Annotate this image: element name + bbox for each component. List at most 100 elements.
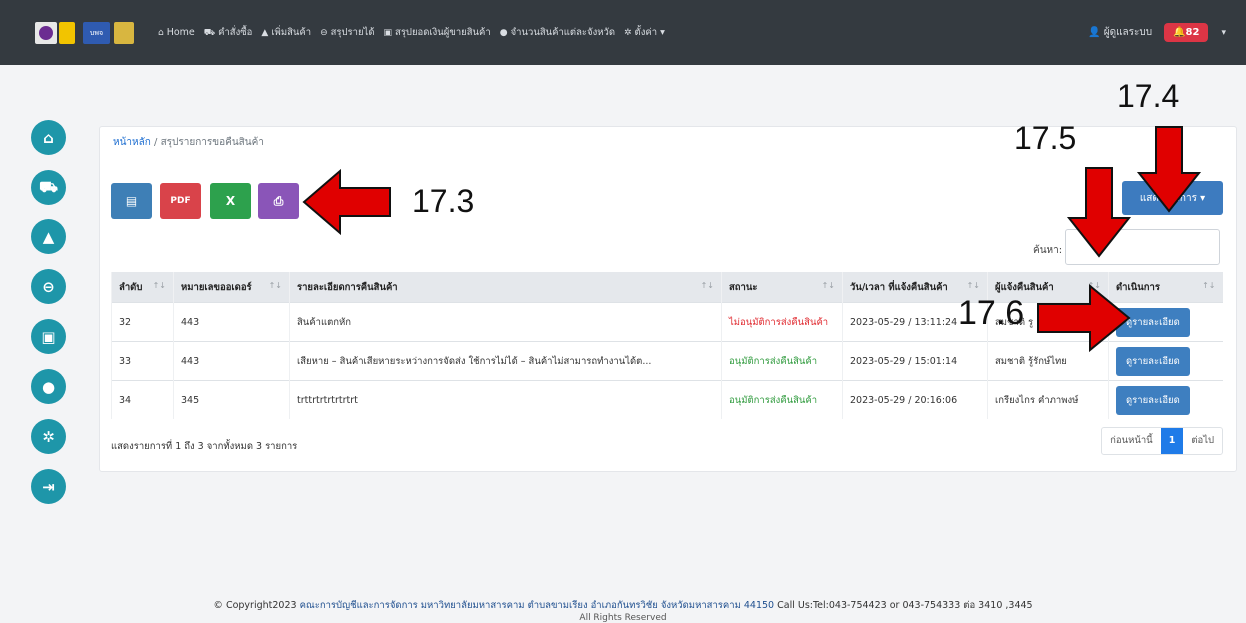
- sort-icon: ↑↓: [1202, 281, 1216, 290]
- col-header-detail[interactable]: รายละเอียดการคืนสินค้า ↑↓: [289, 272, 722, 303]
- footer-org: คณะการบัญชีและการจัดการ มหาวิทยาลัยมหาสา…: [299, 600, 775, 611]
- pdf-icon: PDF: [170, 196, 191, 206]
- tag-icon: ⊖: [42, 277, 55, 296]
- sidebar-settings-button[interactable]: ✲: [31, 419, 66, 454]
- nav-right: 👤 ผู้ดูแลระบบ 🔔82 ▾: [1088, 0, 1246, 65]
- clipboard-icon: ▤: [125, 194, 138, 208]
- excel-export-button[interactable]: X: [210, 183, 251, 219]
- sidebar-cash-button[interactable]: ▣: [31, 319, 66, 354]
- col-header-order-label: หมายเลขออเดอร์: [181, 281, 252, 293]
- pagination-next[interactable]: ต่อไป: [1183, 428, 1222, 454]
- gear-icon: ✲: [42, 427, 55, 446]
- tag-icon: ⊖: [320, 28, 328, 38]
- cart-icon: ⛟: [203, 28, 216, 38]
- gear-icon: ✲: [624, 28, 632, 38]
- copy-button[interactable]: ▤: [111, 183, 152, 219]
- nav-settings-label: ตั้งค่า ▾: [634, 27, 665, 38]
- footer-copyright: © Copyright2023: [213, 600, 300, 611]
- home-icon: ⌂: [43, 128, 54, 147]
- sort-icon: ↑↓: [966, 281, 980, 290]
- printer-icon: ⎙: [273, 193, 284, 208]
- sub-logo: [59, 22, 75, 44]
- cell-reporter: เกรียงไกร คำภาพงษ์: [987, 380, 1109, 419]
- cell-detail: สินค้าแตกหัก: [289, 302, 722, 342]
- nav-add-product[interactable]: ▲ เพิ่มสินค้า: [261, 25, 311, 40]
- annotation-label-17-3: 17.3: [412, 183, 475, 219]
- col-header-order[interactable]: หมายเลขออเดอร์ ↑↓: [173, 272, 290, 303]
- col-header-detail-label: รายละเอียดการคืนสินค้า: [297, 281, 398, 293]
- breadcrumb-home-link[interactable]: หน้าหลัก: [113, 137, 151, 148]
- pagination-page-1[interactable]: 1: [1160, 428, 1184, 454]
- agency-logo: บพจ: [83, 22, 110, 44]
- cell-no: 33: [111, 341, 174, 381]
- nav-add-product-label: เพิ่มสินค้า: [271, 27, 312, 38]
- sidebar-products-button[interactable]: ▲: [31, 219, 66, 254]
- pin-icon: ●: [499, 28, 508, 38]
- col-header-no-label: ลำดับ: [119, 281, 143, 293]
- sidebar-logout-button[interactable]: ⇥: [31, 469, 66, 504]
- sidebar-orders-button[interactable]: ⛟: [31, 170, 66, 205]
- nav-income[interactable]: ⊖ สรุปรายได้: [320, 25, 374, 40]
- annotation-label-17-6: 17.6: [958, 294, 1025, 332]
- search-label: ค้นหา:: [1033, 245, 1063, 256]
- sidebar-home-button[interactable]: ⌂: [31, 120, 66, 155]
- cell-action: ดูรายละเอียด: [1108, 380, 1223, 419]
- top-navbar: บพจ ⌂ Home ⛟ คำสั่งซื้อ ▲ เพิ่มสินค้า ⊖ สรุป…: [0, 0, 1246, 65]
- chevron-down-icon[interactable]: ▾: [1221, 28, 1226, 38]
- cell-status: อนุมัติการส่งคืนสินค้า: [721, 380, 843, 419]
- col-header-status[interactable]: สถานะ ↑↓: [721, 272, 843, 303]
- sort-icon: ↑↓: [700, 281, 714, 290]
- pagination: ก่อนหน้านี้ 1 ต่อไป: [1101, 427, 1223, 455]
- sort-icon: ↑↓: [152, 281, 166, 290]
- university-logo: [35, 22, 57, 44]
- pagination-prev[interactable]: ก่อนหน้านี้: [1102, 428, 1161, 454]
- nav-income-label: สรุปรายได้: [330, 27, 375, 38]
- nav-seller-summary[interactable]: ▣ สรุปยอดเงินผู้ขายสินค้า: [384, 25, 491, 40]
- view-detail-button[interactable]: ดูรายละเอียด: [1116, 385, 1190, 415]
- print-button[interactable]: ⎙: [258, 183, 299, 219]
- cell-datetime: 2023-05-29 / 20:16:06: [842, 380, 988, 419]
- nav-province[interactable]: ● จำนวนสินค้าแต่ละจังหวัด: [500, 25, 615, 40]
- cell-no: 34: [111, 380, 174, 419]
- user-menu[interactable]: 👤 ผู้ดูแลระบบ: [1088, 25, 1152, 40]
- cell-detail: trttrtrtrtrtrtrt: [289, 380, 722, 419]
- cell-order: 345: [173, 380, 290, 419]
- home-icon: ⌂: [158, 28, 164, 38]
- nav-home-label: Home: [166, 27, 195, 38]
- logout-icon: ⇥: [42, 477, 55, 496]
- cash-icon: ▣: [41, 327, 56, 346]
- cell-detail: เสียหาย – สินค้าเสียหายระหว่างการจัดส่ง …: [289, 341, 722, 381]
- notification-count: 82: [1185, 27, 1200, 38]
- breadcrumb-current: สรุปรายการขอคืนสินค้า: [160, 137, 264, 148]
- sidebar-location-button[interactable]: ●: [31, 369, 66, 404]
- col-header-status-label: สถานะ: [729, 281, 758, 293]
- nav-home[interactable]: ⌂ Home: [158, 27, 195, 38]
- bag-icon: ▲: [42, 227, 55, 246]
- nav-province-label: จำนวนสินค้าแต่ละจังหวัด: [510, 27, 615, 38]
- footer-contact: Call Us:Tel:043-754423 or 043-754333 ต่อ…: [774, 600, 1033, 611]
- nav-settings[interactable]: ✲ ตั้งค่า ▾: [624, 25, 665, 40]
- bag-icon: ▲: [261, 28, 269, 38]
- cash-icon: ▣: [383, 28, 393, 38]
- nav-seller-summary-label: สรุปยอดเงินผู้ขายสินค้า: [395, 27, 491, 38]
- footer-rights: All Rights Reserved: [579, 613, 667, 623]
- nav-orders-label: คำสั่งซื้อ: [218, 27, 253, 38]
- sidebar-income-button[interactable]: ⊖: [31, 269, 66, 304]
- annotation-arrow-17-5: [1066, 167, 1132, 258]
- table-info: แสดงรายการที่ 1 ถึง 3 จากทั้งหมด 3 รายกา…: [111, 441, 298, 452]
- annotation-label-17-4: 17.4: [1117, 78, 1180, 114]
- cell-order: 443: [173, 302, 290, 342]
- user-label: ผู้ดูแลระบบ: [1103, 27, 1153, 38]
- notification-badge[interactable]: 🔔82: [1164, 23, 1209, 42]
- col-header-no[interactable]: ลำดับ ↑↓: [111, 272, 174, 303]
- user-icon: 👤: [1088, 27, 1104, 38]
- cell-status: ไม่อนุมัติการส่งคืนสินค้า: [721, 302, 843, 342]
- pdf-export-button[interactable]: PDF: [160, 183, 201, 219]
- annotation-arrow-17-3: [302, 168, 391, 236]
- annotation-arrow-17-6: [1037, 283, 1131, 353]
- col-header-datetime-label: วัน/เวลา ที่แจ้งคืนสินค้า: [850, 281, 948, 293]
- cell-order: 443: [173, 341, 290, 381]
- sort-icon: ↑↓: [268, 281, 282, 290]
- nav-orders[interactable]: ⛟ คำสั่งซื้อ: [204, 25, 253, 40]
- sort-icon: ↑↓: [821, 281, 835, 290]
